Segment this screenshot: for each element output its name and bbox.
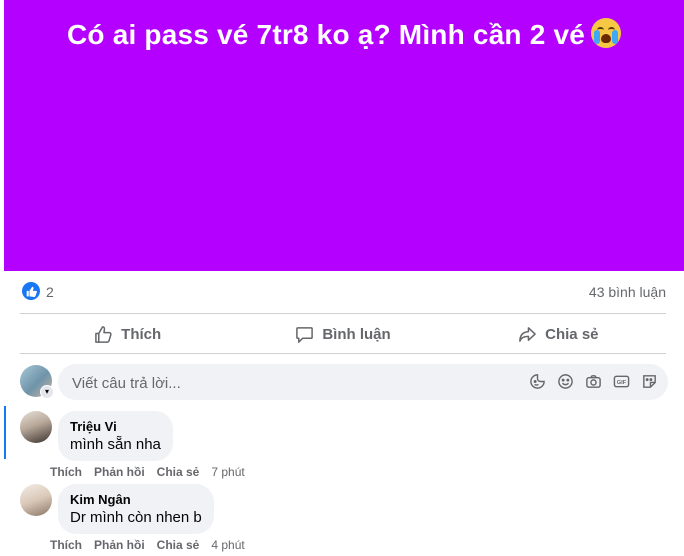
comment-icon xyxy=(296,326,314,343)
comment-input[interactable] xyxy=(70,364,474,402)
commenter-name[interactable]: Triệu Vi xyxy=(70,419,161,434)
banner-text: Có ai pass vé 7tr8 ko ạ? Mình cần 2 vé xyxy=(66,19,586,50)
share-icon xyxy=(519,326,537,342)
post-action-bar: Thích Bình luận Chia sẻ xyxy=(20,318,666,350)
banner-heading: Có ai pass vé 7tr8 ko ạ? Mình cần 2 vé xyxy=(4,18,684,51)
comment-share-button[interactable]: Chia sẻ xyxy=(157,465,200,479)
commenter-name[interactable]: Kim Ngân xyxy=(70,492,202,507)
commenter-avatar[interactable] xyxy=(20,484,52,516)
sticker-icon[interactable] xyxy=(528,372,546,390)
divider xyxy=(20,353,666,354)
comment-text: mình sẵn nha xyxy=(70,436,161,453)
loudly-crying-face-icon xyxy=(591,18,622,48)
comment-bubble: Triệu Vi mình sẵn nha xyxy=(58,411,173,461)
chevron-down-icon[interactable]: ▾ xyxy=(40,385,54,399)
comment-timestamp[interactable]: 4 phút xyxy=(211,538,244,552)
like-button-label: Thích xyxy=(121,325,162,343)
comment-like-button[interactable]: Thích xyxy=(50,465,82,479)
share-button-label: Chia sẻ xyxy=(545,325,599,343)
svg-text:GIF: GIF xyxy=(616,379,626,385)
comment-text: Dr mình còn nhen b xyxy=(70,509,202,526)
comment-actions: Thích Phản hồi Chia sẻ 4 phút xyxy=(50,538,257,552)
divider xyxy=(20,313,666,314)
comment-reply-button[interactable]: Phản hồi xyxy=(94,538,145,552)
comment-reply-button[interactable]: Phản hồi xyxy=(94,465,145,479)
like-reaction-icon[interactable] xyxy=(22,282,40,300)
comment-composer: ▾ GIF xyxy=(20,364,668,402)
comment-input-box[interactable]: GIF xyxy=(58,364,668,402)
emoji-icon[interactable] xyxy=(556,372,574,390)
comment-share-button[interactable]: Chia sẻ xyxy=(157,538,200,552)
avatar-sticker-icon[interactable] xyxy=(640,372,658,390)
comment-bubble: Kim Ngân Dr mình còn nhen b xyxy=(58,484,214,534)
comment-button[interactable]: Bình luận xyxy=(235,318,450,350)
comment-button-label: Bình luận xyxy=(322,325,391,343)
comment-actions: Thích Phản hồi Chia sẻ 7 phút xyxy=(50,465,257,479)
gif-icon[interactable]: GIF xyxy=(612,372,630,390)
reply-thread-line xyxy=(4,406,6,459)
share-button[interactable]: Chia sẻ xyxy=(451,318,666,350)
post-banner: Có ai pass vé 7tr8 ko ạ? Mình cần 2 vé xyxy=(4,0,684,271)
like-button[interactable]: Thích xyxy=(20,318,235,350)
reaction-summary: 2 43 bình luận xyxy=(20,280,666,306)
camera-icon[interactable] xyxy=(584,372,602,390)
commenter-avatar[interactable] xyxy=(20,411,52,443)
comment-count[interactable]: 43 bình luận xyxy=(589,284,666,300)
like-count[interactable]: 2 xyxy=(46,284,54,300)
comment-timestamp[interactable]: 7 phút xyxy=(211,465,244,479)
thumbs-up-icon xyxy=(95,325,112,343)
composer-icons: GIF xyxy=(528,372,658,390)
comment-like-button[interactable]: Thích xyxy=(50,538,82,552)
